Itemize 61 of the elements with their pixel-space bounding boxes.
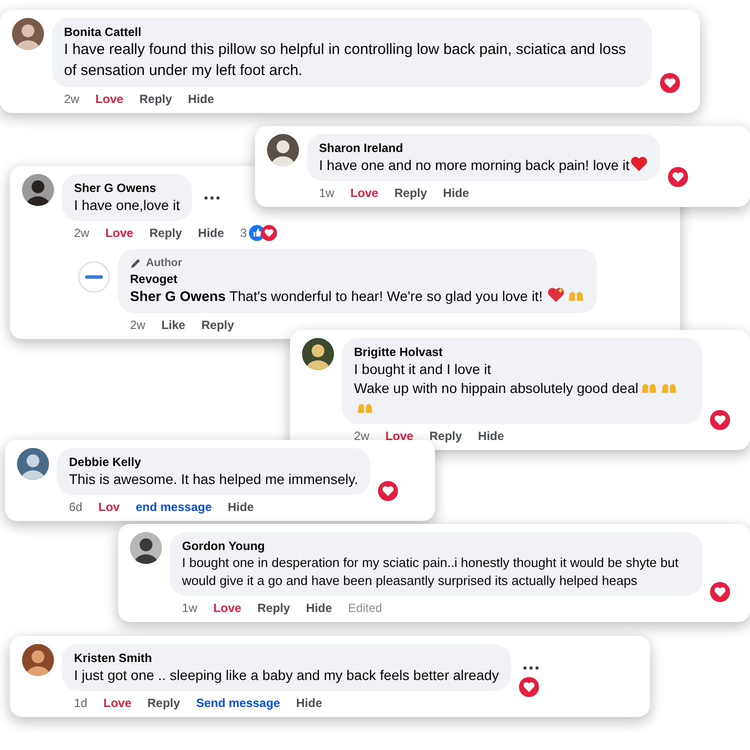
action-link[interactable]: Hide [198,225,224,242]
action-link[interactable]: Like [161,316,186,332]
comment-text: I bought one in desperation for my sciatic pain..i honestly thought it would be shyte but would give it a go and have been pleasantly surprised its actually helped heaps [182,554,680,590]
action-link[interactable]: Love [385,428,414,444]
author-name[interactable]: Revoget [130,271,585,288]
timestamp: 6d [69,499,82,516]
action-link[interactable]: Love [103,695,132,712]
timestamp: 1w [319,185,334,202]
heart-emoji-icon [630,156,648,172]
raised-hands-emoji-icon [640,381,658,394]
action-link[interactable]: Reply [201,316,234,332]
author-name[interactable]: Sharon Ireland [319,140,648,156]
comment-text: I just got one .. sleeping like a baby and my back feels better already [74,666,499,685]
sparkle-heart-emoji-icon [546,287,565,304]
comment-text: I have one,love it [74,196,180,215]
action-link[interactable]: Hide [296,695,322,712]
edited-label: Edited [348,600,382,616]
love-reaction-icon [260,225,277,242]
action-link[interactable]: Hide [443,185,470,202]
more-options-icon[interactable] [204,196,220,200]
action-link[interactable]: Reply [139,91,172,108]
timestamp: 2w [130,316,146,332]
brand-logo-icon [78,261,110,294]
comment-text: Sher G Owens That's wonderful to hear! We're so glad you love it! [130,287,585,306]
comment-text: This is awesome. It has helped me immensely. [69,470,358,489]
action-link[interactable]: Love [95,91,124,108]
action-link[interactable]: end message [136,499,212,516]
action-link[interactable]: Reply [429,428,462,444]
action-link[interactable]: Love [213,600,242,616]
action-link[interactable]: Love [350,185,378,202]
action-link[interactable]: Hide [188,91,214,108]
author-name[interactable]: Kristen Smith [74,650,499,666]
action-link[interactable]: Lov [98,499,120,516]
author-name[interactable]: Sher G Owens [74,180,180,196]
timestamp: 1w [182,600,198,616]
action-link[interactable]: Love [105,225,134,242]
action-link[interactable]: Reply [257,600,290,616]
action-link[interactable]: Hide [228,499,254,516]
timestamp: 2w [74,225,90,242]
pen-icon [130,257,142,270]
more-options-icon[interactable] [522,666,539,670]
raised-hands-emoji-icon [566,289,585,302]
action-link[interactable]: Reply [147,695,180,712]
action-link[interactable]: Reply [394,185,428,202]
author-name[interactable]: Debbie Kelly [69,454,358,470]
timestamp: 2w [354,428,370,444]
comment-text: I bought it and I love it Wake up with no hippain absolutely good deal [354,360,690,418]
author-name[interactable]: Brigitte Holvast [354,344,690,360]
action-link[interactable]: Send message [196,695,280,712]
author-name[interactable]: Bonita Cattell [64,24,640,40]
raised-hands-emoji-icon [660,381,678,394]
action-link[interactable]: Hide [478,428,504,444]
action-link[interactable]: Hide [306,600,332,616]
comment-text: I have really found this pillow so helpful in controlling low back pain, sciatica and loss of sensation under my left foot arch. [64,40,627,81]
action-link[interactable]: Reply [149,225,182,242]
reaction-count: 3 [240,225,247,242]
badge-label: Author [146,256,182,272]
timestamp: 1d [74,695,88,712]
comment-text: I have one and no more morning back pain! love it [319,156,648,176]
author-name[interactable]: Gordon Young [182,538,690,554]
timestamp: 2w [64,91,80,108]
